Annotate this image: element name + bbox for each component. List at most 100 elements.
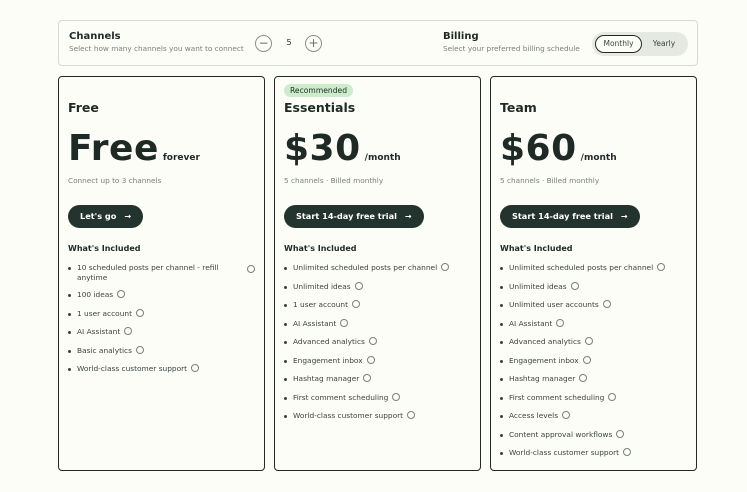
feature-item: Content approval workflows: [500, 429, 690, 440]
feature-item: 100 ideas: [68, 290, 258, 300]
bullet-dot-icon: [500, 415, 503, 418]
feature-item: AI Assistant: [500, 318, 690, 329]
cta-label: Let's go: [80, 211, 117, 221]
lets-go-button[interactable]: Let's go →: [68, 205, 144, 228]
whats-included-heading: What's Included: [284, 244, 357, 253]
bullet-dot-icon: [500, 433, 503, 437]
bullet-dot-icon: [284, 267, 287, 270]
bullet-dot-icon: [500, 267, 503, 270]
info-circle-icon[interactable]: [570, 281, 579, 290]
feature-item: Hashtag manager: [284, 374, 474, 384]
bullet-dot-icon: [68, 368, 71, 371]
bullet-dot-icon: [284, 359, 287, 363]
feature-item: Unlimited ideas: [284, 281, 474, 292]
arrow-right-icon: →: [620, 212, 628, 221]
info-circle-icon[interactable]: [351, 300, 360, 308]
price-unit: forever: [162, 153, 200, 163]
price-amount: $30: [284, 128, 361, 169]
bullet-dot-icon: [500, 359, 503, 363]
info-circle-icon[interactable]: [623, 448, 632, 456]
feature-item: Unlimited scheduled posts per channel: [500, 263, 690, 273]
feature-item: Engagement inbox: [284, 355, 474, 366]
info-circle-icon[interactable]: [584, 337, 593, 345]
feature-list: Unlimited scheduled posts per channel Un…: [500, 263, 690, 458]
increase-channels-button[interactable]: +: [305, 35, 322, 52]
plan-name: Team: [500, 100, 537, 115]
info-circle-icon[interactable]: [363, 374, 372, 382]
bullet-dot-icon: [500, 396, 503, 400]
plan-name: Essentials: [284, 100, 356, 115]
feature-item: Hashtag manager: [500, 374, 690, 384]
info-circle-icon[interactable]: [354, 281, 363, 290]
bullet-dot-icon: [68, 331, 71, 334]
bullet-dot-icon: [284, 415, 287, 418]
info-circle-icon[interactable]: [247, 265, 255, 273]
billing-title: Billing: [443, 31, 479, 42]
info-circle-icon[interactable]: [407, 411, 416, 419]
feature-item: Advanced analytics: [500, 337, 690, 347]
bullet-dot-icon: [284, 322, 287, 326]
feature-item: Engagement inbox: [500, 355, 690, 366]
info-circle-icon[interactable]: [340, 318, 349, 327]
info-circle-icon[interactable]: [124, 327, 133, 335]
arrow-right-icon: →: [404, 212, 412, 221]
info-circle-icon[interactable]: [582, 355, 591, 364]
whats-included-heading: What's Included: [500, 244, 573, 253]
feature-item: Advanced analytics: [284, 337, 474, 347]
channels-subtitle: Select how many channels you want to con…: [69, 44, 244, 53]
info-circle-icon[interactable]: [441, 263, 450, 271]
plan-price: $30/month: [284, 129, 401, 169]
plan-price: $60/month: [500, 129, 617, 169]
info-circle-icon[interactable]: [117, 290, 126, 298]
price-amount: Free: [68, 128, 159, 169]
billing-subtitle: Select your preferred billing schedule: [443, 44, 580, 53]
bullet-dot-icon: [500, 452, 503, 455]
feature-item: 10 scheduled posts per channel - refill …: [68, 263, 258, 282]
plan-description: 5 channels · Billed monthly: [284, 176, 384, 185]
info-circle-icon[interactable]: [368, 337, 377, 345]
info-circle-icon[interactable]: [135, 308, 144, 317]
recommended-badge: Recommended: [284, 84, 354, 97]
info-circle-icon[interactable]: [616, 429, 625, 438]
info-circle-icon[interactable]: [366, 355, 375, 364]
price-unit: /month: [364, 153, 401, 163]
bullet-dot-icon: [68, 349, 71, 353]
info-circle-icon[interactable]: [657, 263, 666, 271]
feature-item: Unlimited user accounts: [500, 300, 690, 310]
feature-item: 1 user account: [284, 300, 474, 310]
arrow-right-icon: →: [124, 212, 132, 221]
channels-title: Channels: [69, 31, 121, 42]
info-circle-icon[interactable]: [191, 364, 200, 372]
feature-item: Access levels: [500, 411, 690, 421]
bullet-dot-icon: [284, 378, 287, 381]
info-circle-icon[interactable]: [135, 345, 144, 354]
feature-item: Unlimited ideas: [500, 281, 690, 292]
info-circle-icon[interactable]: [562, 411, 571, 419]
feature-item: World-class customer support: [68, 364, 258, 374]
feature-item: Basic analytics: [68, 345, 258, 356]
bullet-dot-icon: [500, 304, 503, 307]
info-circle-icon[interactable]: [556, 318, 565, 327]
plan-card-essentials: Recommended Essentials $30/month 5 chann…: [274, 76, 481, 471]
feature-list: Unlimited scheduled posts per channel Un…: [284, 263, 474, 421]
billing-yearly-option[interactable]: Yearly: [643, 35, 685, 53]
start-trial-button[interactable]: Start 14-day free trial →: [500, 205, 640, 228]
bullet-dot-icon: [500, 285, 503, 289]
feature-item: Unlimited scheduled posts per channel: [284, 263, 474, 273]
info-circle-icon[interactable]: [579, 374, 588, 382]
info-circle-icon[interactable]: [602, 300, 611, 308]
info-circle-icon[interactable]: [392, 392, 401, 401]
plan-card-free: Free Free forever Connect up to 3 channel…: [58, 76, 265, 471]
info-circle-icon[interactable]: [608, 392, 617, 401]
bullet-dot-icon: [500, 341, 503, 344]
billing-toggle: Monthly Yearly: [592, 32, 688, 56]
bullet-dot-icon: [284, 304, 287, 307]
start-trial-button[interactable]: Start 14-day free trial →: [284, 205, 424, 228]
plan-description: 5 channels · Billed monthly: [500, 176, 600, 185]
decrease-channels-button[interactable]: −: [255, 35, 272, 52]
billing-monthly-option[interactable]: Monthly: [595, 35, 642, 53]
plan-price: Free forever: [68, 129, 200, 169]
plan-description: Connect up to 3 channels: [68, 176, 162, 185]
feature-item: First comment scheduling: [284, 392, 474, 403]
bullet-dot-icon: [284, 396, 287, 400]
